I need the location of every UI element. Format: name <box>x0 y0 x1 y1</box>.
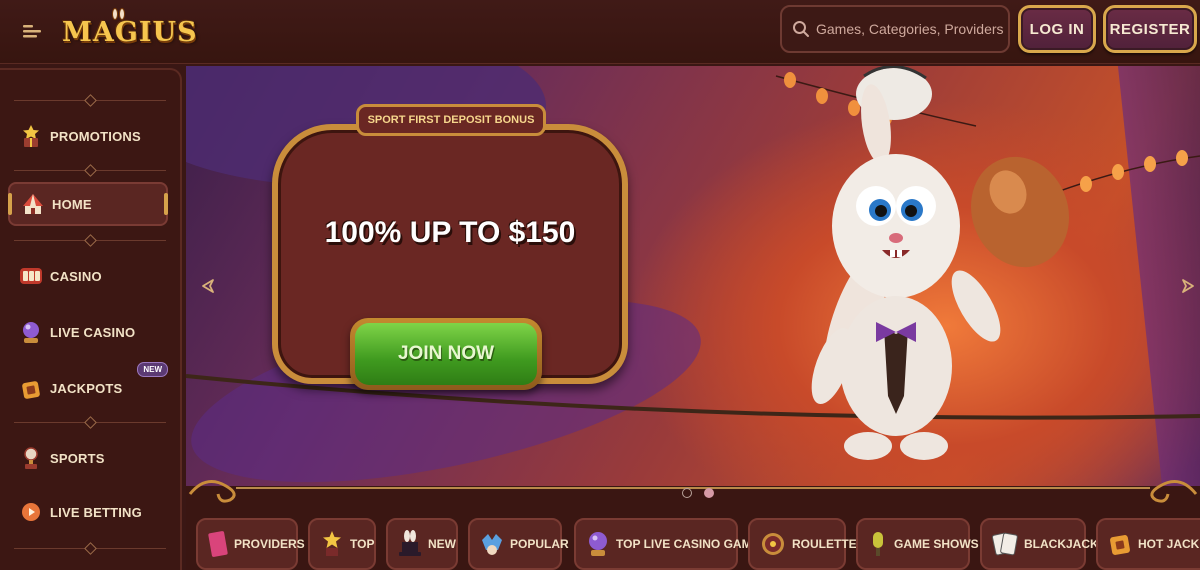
sidebar-item-live-betting[interactable]: LIVE BETTING <box>8 490 168 534</box>
roulette-icon <box>760 528 786 560</box>
join-now-button[interactable]: JOIN NOW <box>350 318 542 390</box>
category-label: TOP LIVE CASINO GAMES <box>616 537 768 551</box>
category-providers[interactable]: PROVIDERS <box>196 518 305 570</box>
category-label: ROULETTE <box>792 537 857 551</box>
top-bar: MAGIUS LOG IN REGISTER <box>0 0 1200 64</box>
sidebar-item-label: CASINO <box>50 268 102 284</box>
register-label: REGISTER <box>1109 20 1191 38</box>
category-top[interactable]: TOP <box>308 518 376 570</box>
menu-button[interactable] <box>18 18 46 44</box>
sidebar-divider <box>14 170 166 171</box>
search-input[interactable] <box>810 21 1008 37</box>
gift-box-icon <box>18 123 44 149</box>
category-label: HOT JACKPOTS <box>1138 537 1200 551</box>
sidebar-item-jackpots[interactable]: JACKPOTS NEW <box>8 362 168 410</box>
trophy-icon <box>18 445 44 471</box>
sidebar-divider <box>14 100 166 101</box>
sidebar-item-label: JACKPOTS <box>50 380 123 396</box>
microphone-icon <box>868 528 888 560</box>
sidebar-item-label: HOME <box>52 196 92 212</box>
sidebar-item-sports[interactable]: SPORTS <box>8 436 168 480</box>
sidebar-item-live-casino[interactable]: LIVE CASINO <box>8 310 168 354</box>
jester-icon <box>480 528 504 560</box>
crystal-ball-icon <box>18 319 44 345</box>
cards-icon <box>992 528 1018 560</box>
category-blackjack[interactable]: BLACKJACK <box>980 518 1099 570</box>
login-button[interactable]: LOG IN <box>1018 5 1096 53</box>
chevron-left-icon <box>202 279 214 293</box>
rabbit-mascot-illustration <box>811 66 1070 460</box>
sidebar-divider <box>14 240 166 241</box>
sidebar-item-label: LIVE CASINO <box>50 324 136 340</box>
hero-banner: SPORT FIRST DEPOSIT BONUS 100% UP TO $15… <box>186 66 1200 486</box>
bonus-tab: SPORT FIRST DEPOSIT BONUS <box>356 104 546 136</box>
live-ball-icon <box>18 499 44 525</box>
hot-treasure-icon <box>1108 528 1132 560</box>
sidebar-item-home[interactable]: HOME <box>8 182 168 226</box>
bunny-ears-icon <box>112 8 125 20</box>
ornament-divider <box>188 480 1198 503</box>
circus-tent-icon <box>20 191 46 217</box>
crystal-ball-icon <box>586 528 610 560</box>
carousel-next-button[interactable] <box>1178 276 1198 296</box>
category-label: GAME SHOWS <box>894 537 979 551</box>
category-new[interactable]: NEW <box>386 518 458 570</box>
slot-reels-icon <box>18 263 44 289</box>
category-roulette[interactable]: ROULETTE <box>748 518 857 570</box>
chevron-right-icon <box>1182 279 1194 293</box>
sidebar-item-label: SPORTS <box>50 450 105 466</box>
magic-hat-icon <box>398 528 422 560</box>
logo-text: MAGIUS <box>62 16 198 48</box>
join-now-label: JOIN NOW <box>397 343 495 364</box>
sidebar-item-casino[interactable]: CASINO <box>8 254 168 298</box>
sidebar-item-label: LIVE BETTING <box>50 504 142 520</box>
category-label: PROVIDERS <box>234 537 305 551</box>
category-label: NEW <box>428 537 456 551</box>
bonus-title: 100% UP TO $150 <box>324 216 576 249</box>
carousel-prev-button[interactable] <box>198 276 218 296</box>
sidebar-divider <box>14 422 166 423</box>
sidebar-item-label: PROMOTIONS <box>50 128 141 144</box>
bonus-tab-label: SPORT FIRST DEPOSIT BONUS <box>367 114 535 126</box>
category-label: POPULAR <box>510 537 569 551</box>
login-label: LOG IN <box>1029 20 1085 38</box>
category-label: TOP <box>350 537 375 551</box>
book-icon <box>208 528 228 560</box>
new-badge: NEW <box>137 362 168 377</box>
search-box[interactable] <box>780 5 1010 53</box>
hamburger-icon <box>23 25 41 38</box>
sidebar-divider <box>14 548 166 549</box>
search-icon <box>793 21 809 37</box>
category-hot-jackpots[interactable]: HOT JACKPOTS <box>1096 518 1200 570</box>
brand-logo[interactable]: MAGIUS <box>62 8 197 54</box>
category-label: BLACKJACK <box>1024 537 1099 551</box>
sidebar: PROMOTIONS HOME CASINO LIVE CASINO JACKP… <box>0 68 182 570</box>
category-game-shows[interactable]: GAME SHOWS <box>856 518 979 570</box>
register-button[interactable]: REGISTER <box>1103 5 1197 53</box>
carousel-dot-2-active[interactable] <box>704 488 714 498</box>
sidebar-item-promotions[interactable]: PROMOTIONS <box>8 114 168 158</box>
carousel-dot-1[interactable] <box>682 488 692 498</box>
treasure-icon <box>18 375 44 401</box>
star-hat-icon <box>320 528 344 560</box>
category-top-live-casino-games[interactable]: TOP LIVE CASINO GAMES <box>574 518 768 570</box>
category-popular[interactable]: POPULAR <box>468 518 569 570</box>
